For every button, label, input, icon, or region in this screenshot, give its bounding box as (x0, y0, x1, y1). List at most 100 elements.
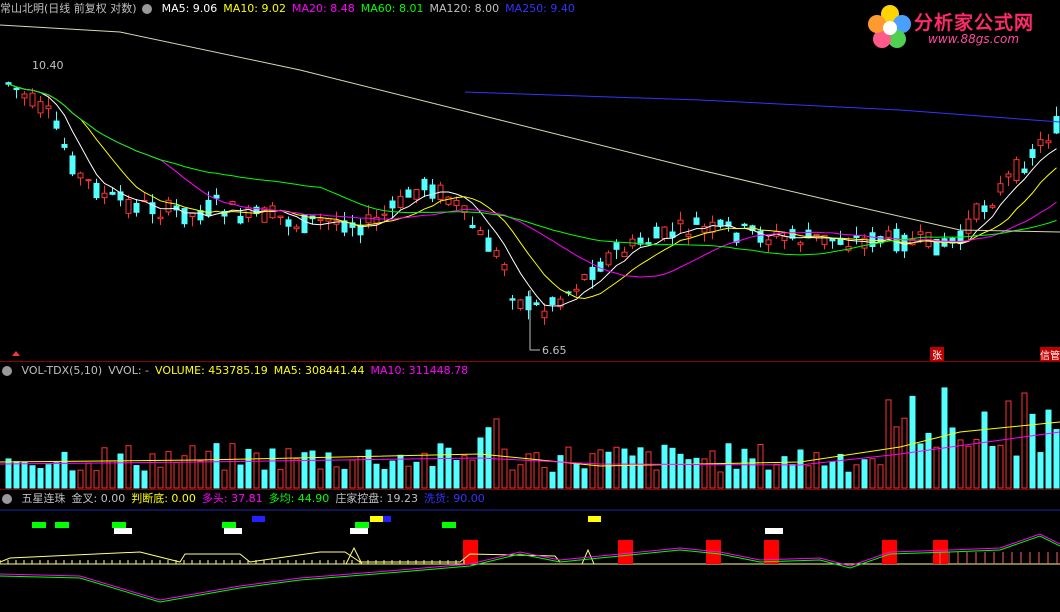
volume-bar (837, 453, 844, 489)
volume-bar (141, 470, 148, 489)
volume-bar (365, 449, 372, 489)
indicator-panel[interactable]: 五星连珠 金叉: 0.00 判断底: 0.00 多头: 37.81 多均: 44.90 庄… (0, 490, 1060, 612)
volume-bar (573, 463, 580, 489)
indicator-legend-item-4: 多均: 44.90 (268, 492, 330, 505)
ma-legend-item-0: MA5: 9.06 (161, 2, 218, 15)
volume-bar (653, 469, 660, 489)
candle (997, 175, 1004, 196)
volume-bar (941, 387, 948, 489)
volume-bar (61, 451, 68, 489)
volume-bar (333, 466, 340, 489)
volume-bar (293, 458, 300, 489)
volume-bar (861, 459, 868, 489)
volume-bar (21, 461, 28, 489)
volume-bar (725, 443, 732, 489)
signal-marker (114, 528, 132, 534)
volume-bar (621, 448, 628, 489)
volume-legend-item-0: VOL-TDX(5,10) (21, 364, 103, 377)
volume-bar (909, 395, 916, 489)
volume-bar (325, 452, 332, 489)
signal-marker (350, 528, 368, 534)
candle (85, 178, 92, 190)
candle (701, 223, 708, 242)
indicator-circle-icon[interactable] (2, 493, 12, 504)
candle (397, 189, 404, 210)
volume-circle-icon[interactable] (2, 365, 12, 376)
indicator-legend-item-3: 多头: 37.81 (201, 492, 263, 505)
ma-legend: MA5: 9.06 MA10: 9.02 MA20: 8.48 MA60: 8.01 M… (162, 2, 581, 15)
indicator-chart[interactable] (0, 490, 1060, 612)
candlestick-chart[interactable] (0, 0, 1060, 362)
volume-bar (885, 399, 892, 489)
candle (493, 247, 500, 259)
volume-bar (589, 453, 596, 489)
volume-bar (645, 451, 652, 489)
candle (461, 205, 468, 220)
volume-bar (877, 464, 884, 489)
volume-bar (517, 464, 524, 489)
volume-bar (413, 461, 420, 489)
price-chart-panel[interactable]: 常山北明(日线 前复权 对数) MA5: 9.06 MA10: 9.02 MA20:… (0, 0, 1060, 362)
volume-bar (949, 427, 956, 489)
candle (973, 202, 980, 223)
volume-bar (349, 459, 356, 489)
signal-marker (112, 522, 126, 528)
volume-panel[interactable]: VOL-TDX(5,10) VVOL: - VOLUME: 453785.19 MA5… (0, 362, 1060, 490)
volume-bar (197, 460, 204, 489)
volume-bar (717, 471, 724, 489)
volume-legend-item-2: VOLUME: 453785.19 (155, 364, 268, 377)
candle (517, 299, 524, 311)
candle (277, 215, 284, 226)
signal-marker (588, 516, 601, 522)
candle (117, 185, 124, 207)
volume-bar (133, 465, 140, 489)
volume-bar (789, 464, 796, 489)
volume-bar (493, 418, 500, 489)
candle (13, 87, 20, 99)
volume-bar (741, 448, 748, 489)
zhang-badge: 张 (930, 347, 944, 362)
candle (149, 194, 156, 224)
volume-bar (261, 469, 268, 489)
volume-bar (845, 471, 852, 489)
candle (389, 196, 396, 218)
signal-marker (252, 516, 265, 522)
volume-bar (93, 470, 100, 489)
low-price-label: 6.65 (542, 344, 567, 357)
volume-bar (765, 469, 772, 489)
volume-bars[interactable] (0, 362, 1060, 490)
candle (261, 206, 268, 223)
volume-legend-item-1: VVOL: - (108, 364, 150, 377)
candle (341, 212, 348, 237)
volume-bar (229, 443, 236, 489)
candle (541, 303, 548, 325)
candle (549, 296, 556, 312)
settings-circle-icon[interactable] (142, 3, 153, 14)
volume-bar (965, 445, 972, 489)
red-signal-block (764, 540, 779, 564)
volume-bar (565, 446, 572, 489)
volume-bar (469, 459, 476, 489)
volume-bar (629, 455, 636, 489)
volume-bar (85, 462, 92, 489)
candle (1045, 133, 1052, 149)
volume-bar (373, 463, 380, 489)
volume-bar (661, 444, 668, 489)
volume-bar (285, 448, 292, 489)
candle (1005, 170, 1012, 187)
volume-bar (149, 453, 156, 489)
volume-bar (797, 449, 804, 489)
candle (381, 205, 388, 223)
volume-bar (933, 446, 940, 489)
candle (693, 211, 700, 225)
volume-bar (997, 444, 1004, 489)
volume-bar (189, 445, 196, 489)
volume-bar (461, 455, 468, 489)
volume-ma5-line (0, 421, 1060, 467)
volume-bar (597, 449, 604, 489)
volume-bar (357, 455, 364, 489)
candle (165, 197, 172, 216)
ma-legend-item-4: MA120: 8.00 (429, 2, 500, 15)
candle (733, 232, 740, 246)
volume-bar (429, 465, 436, 489)
